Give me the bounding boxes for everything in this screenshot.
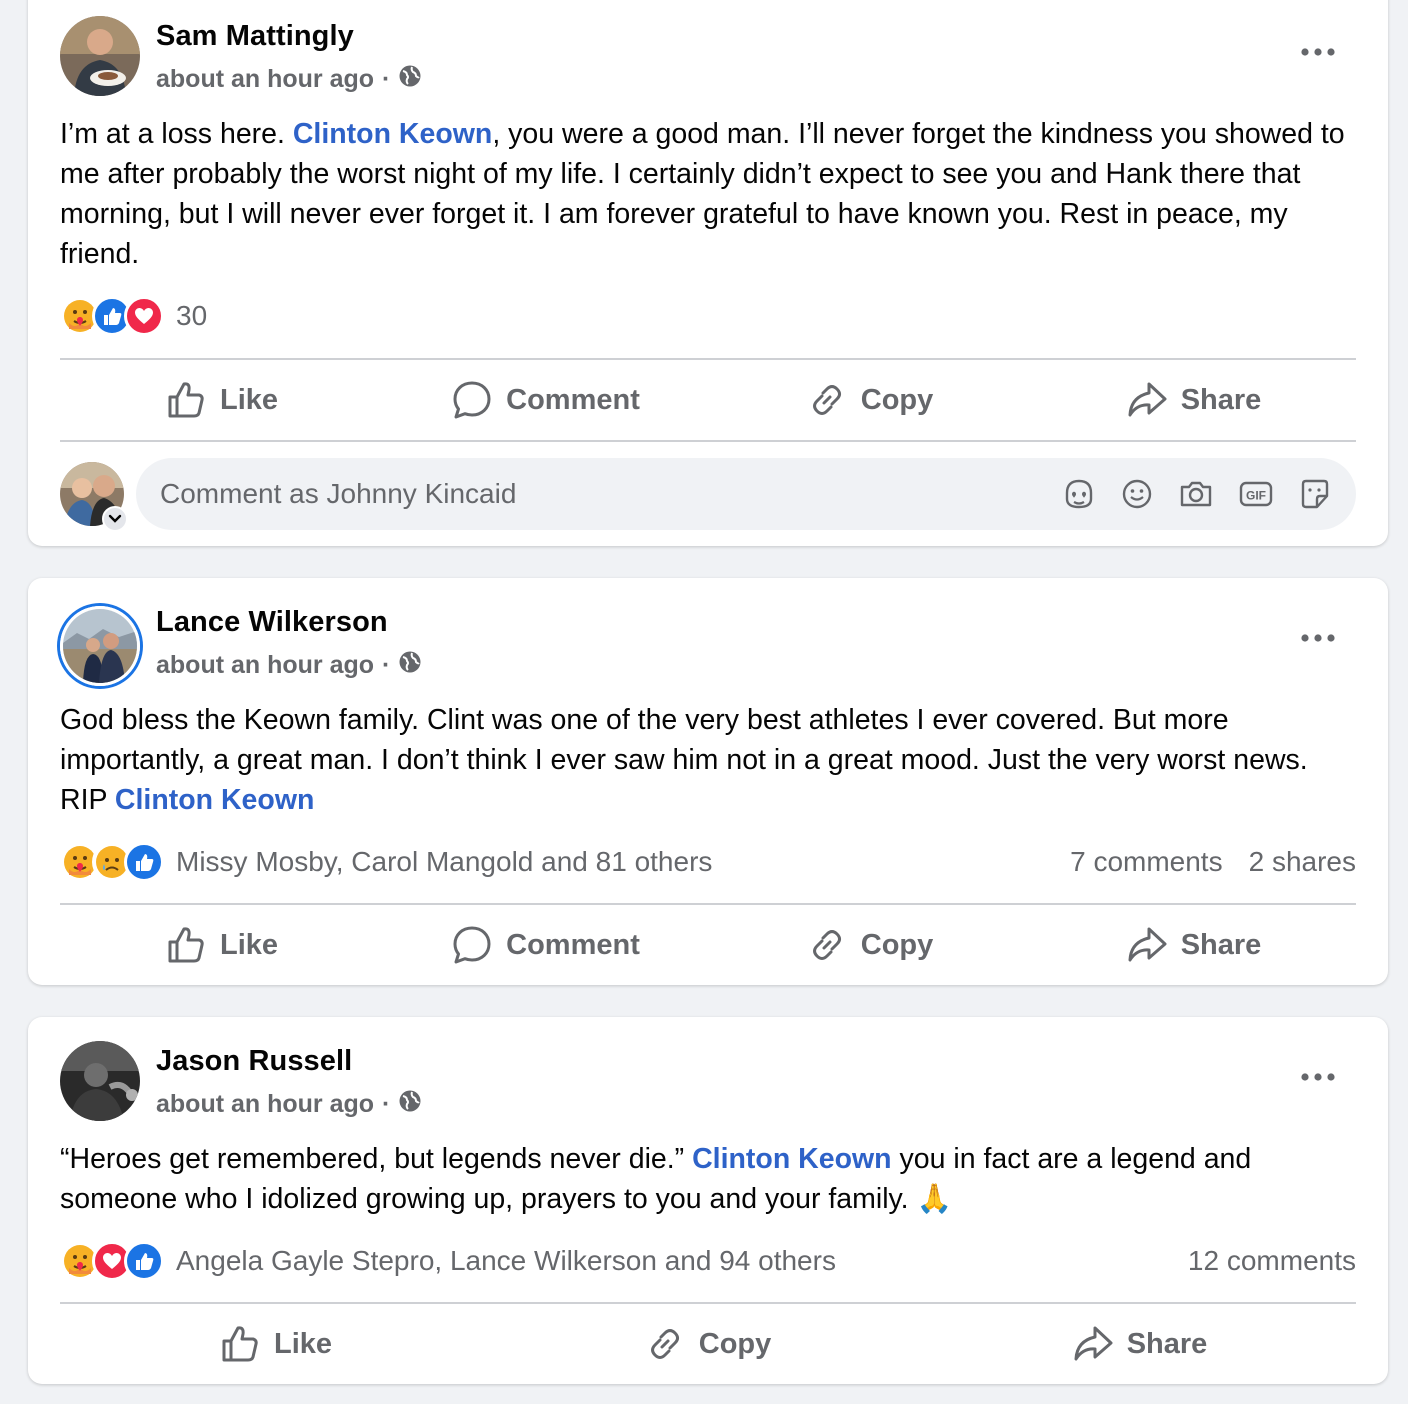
commenter-avatar[interactable] <box>60 462 128 532</box>
post-time[interactable]: about an hour ago <box>156 651 374 680</box>
link-icon <box>812 385 841 415</box>
post-time[interactable]: about an hour ago <box>156 65 374 94</box>
like-icon <box>168 927 204 963</box>
camera-icon[interactable] <box>1178 477 1214 511</box>
author-avatar[interactable] <box>60 606 140 686</box>
avatar-sticker-icon[interactable] <box>1062 477 1096 511</box>
comments-count[interactable]: 12 comments <box>1188 1245 1356 1277</box>
post-card: Lance Wilkerson about an hour ago · God … <box>28 578 1388 985</box>
like-button[interactable]: Like <box>60 360 384 440</box>
more-options-icon[interactable] <box>1296 616 1340 660</box>
sticker-icon[interactable] <box>1298 477 1332 511</box>
like-label: Like <box>219 928 279 961</box>
share-button[interactable]: Share <box>924 1304 1356 1384</box>
chevron-down-icon[interactable] <box>102 506 128 532</box>
share-button[interactable]: Share <box>1032 905 1356 985</box>
author-name[interactable]: Sam Mattingly <box>156 20 354 53</box>
copy-button[interactable]: Copy <box>492 1304 924 1384</box>
more-options-icon[interactable] <box>1296 1055 1340 1099</box>
share-label: Share <box>1126 1327 1208 1360</box>
avatar-photo-icon <box>60 1041 140 1121</box>
comment-icon <box>453 926 491 964</box>
reactions-summary[interactable]: 30 <box>60 296 1356 336</box>
comment-composer[interactable]: Comment as Johnny Kincaid GIF <box>136 458 1356 530</box>
post-card: Sam Mattingly about an hour ago · I’m at… <box>28 0 1388 546</box>
copy-label: Copy <box>698 1327 772 1360</box>
shares-count[interactable]: 2 shares <box>1249 846 1356 878</box>
meta-separator: · <box>382 1090 391 1118</box>
like-reaction-icon <box>124 842 164 882</box>
like-icon <box>222 1326 258 1362</box>
comments-count[interactable]: 7 comments <box>1070 846 1223 878</box>
link-icon <box>650 1329 679 1359</box>
like-icon <box>168 382 204 418</box>
comment-input[interactable]: Comment as Johnny Kincaid <box>160 478 1062 510</box>
post-meta: about an hour ago · <box>156 1089 422 1120</box>
post-body: I’m at a loss here. Clinton Keown, you w… <box>60 114 1360 274</box>
copy-button[interactable]: Copy <box>708 905 1032 985</box>
avatar-photo-icon <box>63 609 137 683</box>
reaction-names[interactable]: Missy Mosby, Carol Mangold and 81 others <box>176 846 712 878</box>
composer-tools: GIF <box>1062 477 1332 511</box>
divider <box>60 440 1356 442</box>
author-name[interactable]: Lance Wilkerson <box>156 606 388 639</box>
svg-text:GIF: GIF <box>1246 489 1266 503</box>
post-body: “Heroes get remembered, but legends neve… <box>60 1139 1360 1219</box>
mention-link[interactable]: Clinton Keown <box>692 1143 891 1175</box>
globe-icon <box>398 1089 422 1120</box>
meta-separator: · <box>382 651 391 679</box>
love-reaction-icon <box>124 296 164 336</box>
reactions-summary: Angela Gayle Stepro, Lance Wilkerson and… <box>60 1241 1356 1281</box>
reaction-names[interactable]: Angela Gayle Stepro, Lance Wilkerson and… <box>176 1245 836 1277</box>
link-icon <box>812 930 841 960</box>
globe-icon <box>398 650 422 681</box>
post-text: “Heroes get remembered, but legends neve… <box>60 1143 693 1175</box>
more-options-icon[interactable] <box>1296 30 1340 74</box>
gif-icon[interactable]: GIF <box>1238 477 1274 511</box>
comment-label: Comment <box>506 928 640 961</box>
avatar-photo-icon <box>60 16 140 96</box>
share-icon <box>1128 927 1167 962</box>
mention-link[interactable]: Clinton Keown <box>293 118 492 150</box>
like-button[interactable]: Like <box>60 905 384 985</box>
post-meta: about an hour ago · <box>156 650 422 681</box>
author-name[interactable]: Jason Russell <box>156 1045 352 1078</box>
comment-button[interactable]: Comment <box>384 360 708 440</box>
comment-button[interactable]: Comment <box>384 905 708 985</box>
like-label: Like <box>273 1327 333 1360</box>
post-card: Jason Russell about an hour ago · “Heroe… <box>28 1017 1388 1384</box>
reactions-summary: Missy Mosby, Carol Mangold and 81 others… <box>60 842 1356 882</box>
emoji-icon[interactable] <box>1120 477 1154 511</box>
post-meta: about an hour ago · <box>156 64 422 95</box>
author-avatar[interactable] <box>60 1041 140 1121</box>
comment-label: Comment <box>506 383 640 416</box>
meta-separator: · <box>382 65 391 93</box>
copy-label: Copy <box>860 928 934 961</box>
like-label: Like <box>219 383 279 416</box>
action-bar: Like Comment Copy Share <box>60 905 1356 985</box>
author-avatar[interactable] <box>60 16 140 96</box>
share-icon <box>1128 382 1167 417</box>
post-text: I’m at a loss here. <box>60 118 293 150</box>
copy-button[interactable]: Copy <box>708 360 1032 440</box>
globe-icon <box>398 64 422 95</box>
comment-icon <box>453 381 491 419</box>
action-bar: Like Copy Share <box>60 1304 1356 1384</box>
reaction-count[interactable]: 30 <box>176 300 207 332</box>
mention-link[interactable]: Clinton Keown <box>115 784 314 816</box>
post-body: God bless the Keown family. Clint was on… <box>60 700 1360 820</box>
share-label: Share <box>1180 383 1262 416</box>
action-bar: Like Comment Copy Share <box>60 360 1356 440</box>
like-button[interactable]: Like <box>60 1304 492 1384</box>
share-label: Share <box>1180 928 1262 961</box>
post-time[interactable]: about an hour ago <box>156 1090 374 1119</box>
copy-label: Copy <box>860 383 934 416</box>
like-reaction-icon <box>124 1241 164 1281</box>
share-button[interactable]: Share <box>1032 360 1356 440</box>
share-icon <box>1074 1326 1113 1361</box>
